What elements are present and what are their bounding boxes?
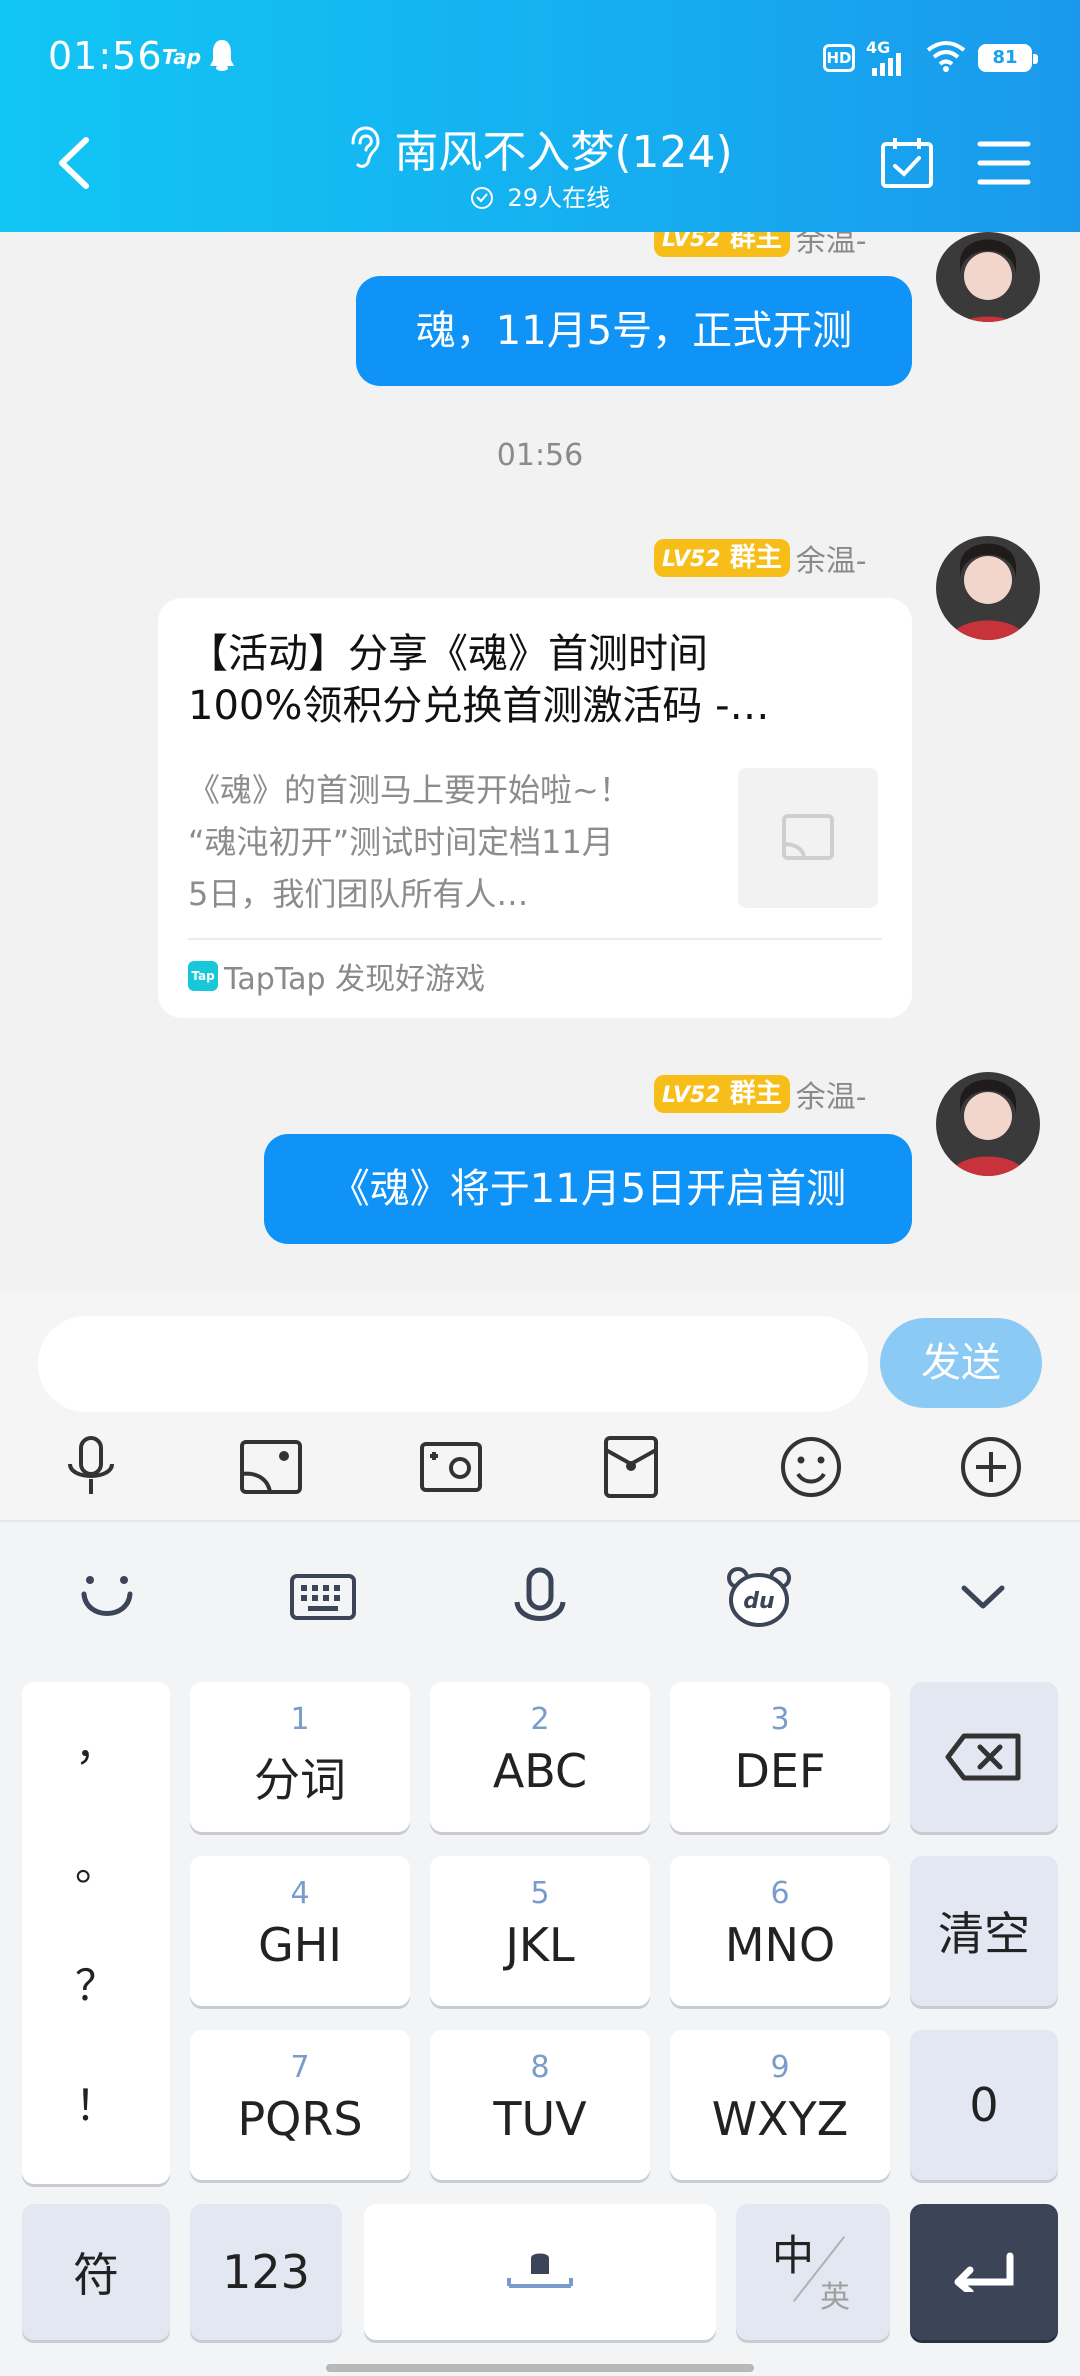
- card-description: 《魂》的首测马上要开始啦~！ “魂沌初开”测试时间定档11月 5日，我们团队所有…: [188, 771, 631, 913]
- enter-key[interactable]: [910, 2204, 1058, 2340]
- status-time: 01:56: [48, 34, 163, 78]
- key-6[interactable]: 6 MNO: [670, 1856, 890, 2006]
- keyboard-emoji-button[interactable]: [72, 1562, 142, 1632]
- sender-name[interactable]: 余温-: [796, 232, 867, 260]
- signal-icon: [872, 53, 901, 76]
- calendar-check-icon[interactable]: [880, 136, 934, 190]
- avatar[interactable]: [936, 1072, 1040, 1176]
- collapse-icon: [961, 1585, 1005, 1609]
- key-7[interactable]: 7 PQRS: [190, 2030, 410, 2180]
- ear-mode-icon: [351, 126, 380, 168]
- home-indicator[interactable]: [326, 2364, 754, 2372]
- sender-name[interactable]: 余温-: [796, 1072, 867, 1116]
- punctuation-column[interactable]: ， 。 ？ ！: [22, 1682, 170, 2184]
- soft-keyboard: du ， 。 ？ ！ 1 分词 2 ABC 3 DEF 4 GHI 5 JKL 6 MNO …: [0, 1520, 1080, 2376]
- status-bar: 01:56 Tap HD 4G 81: [0, 0, 1080, 116]
- red-packet-button[interactable]: [596, 1432, 666, 1502]
- keyboard-voice-button[interactable]: [505, 1562, 575, 1632]
- hd-icon: HD: [823, 44, 855, 72]
- camera-icon: [420, 1442, 482, 1492]
- shared-link-card[interactable]: 【活动】分享《魂》首测时间 100%领积分兑换首测激活码 -… 《魂》的首测马上…: [158, 598, 912, 1018]
- send-button[interactable]: 发送: [880, 1318, 1042, 1408]
- language-switch-key[interactable]: 中 英: [736, 2204, 890, 2340]
- key-2[interactable]: 2 ABC: [430, 1682, 650, 1832]
- zero-key[interactable]: 0: [910, 2030, 1058, 2180]
- punct-question[interactable]: ？: [22, 1952, 170, 2013]
- enter-icon: [954, 2252, 1014, 2292]
- backspace-icon: [945, 1733, 1021, 1781]
- group-title[interactable]: 南风不入梦(124): [300, 116, 780, 178]
- photo-button[interactable]: [236, 1432, 306, 1502]
- online-count-text: 29人在线: [507, 184, 611, 212]
- card-thumbnail: [738, 768, 878, 908]
- avatar[interactable]: [936, 536, 1040, 640]
- card-divider: [188, 938, 882, 940]
- message-timestamp: 01:56: [496, 438, 584, 473]
- punct-exclaim[interactable]: ！: [22, 2072, 170, 2133]
- backspace-key[interactable]: [910, 1682, 1058, 1832]
- key-9[interactable]: 9 WXYZ: [670, 2030, 890, 2180]
- keyboard-icon: [290, 1574, 356, 1620]
- clear-key[interactable]: 清空: [910, 1856, 1058, 2006]
- card-source: Tap TapTap 发现好游戏: [188, 954, 485, 1000]
- more-button[interactable]: [956, 1432, 1026, 1502]
- camera-button[interactable]: [416, 1432, 486, 1502]
- message-sender: LV52 群主 余温-: [654, 536, 867, 579]
- key-4[interactable]: 4 GHI: [190, 1856, 410, 2006]
- space-key[interactable]: [364, 2204, 716, 2340]
- message-bubble[interactable]: 《魂》将于11月5日开启首测: [264, 1134, 912, 1244]
- message-sender: LV52 群主 余温-: [654, 232, 867, 259]
- key-3[interactable]: 3 DEF: [670, 1682, 890, 1832]
- key-8[interactable]: 8 TUV: [430, 2030, 650, 2180]
- message-input[interactable]: [38, 1316, 868, 1412]
- symbol-key[interactable]: 符: [22, 2204, 170, 2340]
- level-badge: LV52 群主: [654, 1075, 790, 1113]
- qq-notification-icon: [210, 40, 234, 71]
- battery-indicator: 81: [978, 44, 1038, 72]
- space-icon: [507, 2253, 573, 2288]
- wifi-icon: [926, 41, 966, 72]
- menu-icon[interactable]: [976, 138, 1032, 188]
- du-bear-icon: du: [727, 1567, 791, 1627]
- image-placeholder-icon: [782, 814, 834, 860]
- online-check-icon: [470, 187, 493, 209]
- numeric-key[interactable]: 123: [190, 2204, 342, 2340]
- level-badge: LV52 群主: [654, 232, 790, 257]
- emoji-icon: [781, 1437, 841, 1497]
- image-icon: [240, 1440, 302, 1494]
- emoji-button[interactable]: [776, 1432, 846, 1502]
- punct-comma[interactable]: ，: [22, 1712, 170, 1773]
- voice-icon: [514, 1567, 566, 1621]
- online-count: 29人在线: [380, 178, 700, 214]
- key-5[interactable]: 5 JKL: [430, 1856, 650, 2006]
- card-title: 【活动】分享《魂》首测时间 100%领积分兑换首测激活码 -…: [188, 631, 770, 729]
- group-name: 南风不入梦(124): [394, 127, 733, 178]
- avatar[interactable]: [936, 232, 1040, 322]
- smile-icon: [81, 1576, 133, 1616]
- key-1[interactable]: 1 分词: [190, 1682, 410, 1832]
- taptap-notification-icon: Tap: [162, 45, 202, 69]
- punct-period[interactable]: 。: [22, 1832, 170, 1893]
- message-bubble[interactable]: 魂，11月5号，正式开测: [356, 276, 912, 386]
- red-packet-icon: [604, 1436, 658, 1498]
- keyboard-skin-button[interactable]: du: [724, 1562, 794, 1632]
- message-sender: LV52 群主 余温-: [654, 1072, 867, 1115]
- keyboard-layout-button[interactable]: [288, 1562, 358, 1632]
- plus-icon: [961, 1437, 1021, 1497]
- chat-header: 01:56 Tap HD 4G 81 南风不入梦(124) 29人在线: [0, 0, 1080, 232]
- sender-name[interactable]: 余温-: [796, 536, 867, 580]
- message-list[interactable]: LV52 群主 余温- 魂，11月5号，正式开测 01:56 LV52 群主 余温-…: [0, 232, 1080, 1292]
- keyboard-collapse-button[interactable]: [948, 1562, 1018, 1632]
- back-arrow-icon[interactable]: [48, 128, 98, 198]
- level-badge: LV52 群主: [654, 539, 790, 577]
- taptap-logo-icon: Tap: [188, 961, 218, 991]
- svg-text:du: du: [743, 1589, 774, 1614]
- voice-message-button[interactable]: [56, 1432, 126, 1502]
- mic-icon: [68, 1436, 114, 1494]
- composer: 发送: [0, 1292, 1080, 1520]
